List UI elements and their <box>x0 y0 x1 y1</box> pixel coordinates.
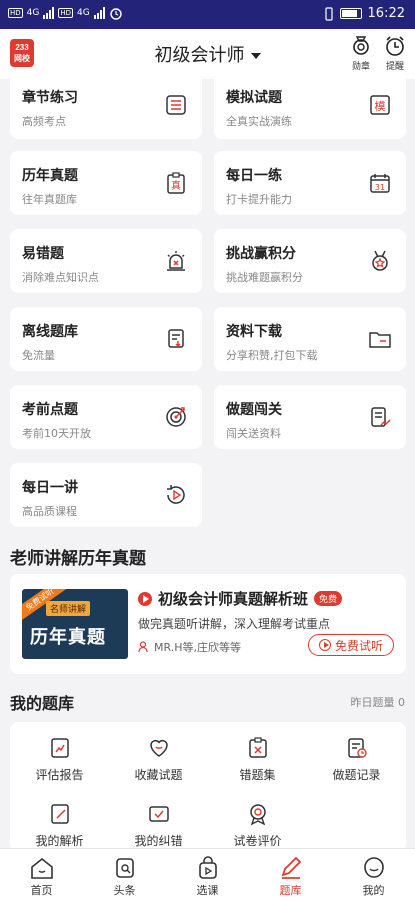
card-challenge-points[interactable]: 挑战赢积分 挑战难题赢积分 <box>214 229 406 293</box>
mybank-wrong-set[interactable]: 错题集 <box>208 736 307 783</box>
card-past-papers[interactable]: 历年真题 往年真题库 真 <box>10 151 202 215</box>
app-header: 233 网校 初级会计师 勋章 提醒 <box>0 29 415 79</box>
alarm-clock-icon <box>110 8 122 20</box>
mybank-my-analysis[interactable]: 我的解析 <box>10 802 109 849</box>
news-icon <box>115 858 134 878</box>
wrong-set-icon <box>248 737 267 758</box>
thumb-text: 历年真题 <box>30 627 106 648</box>
mybank-panel: 评估报告 收藏试题 错题集 做题记录 我的解析 我的纠错 试卷评价 <box>10 722 406 852</box>
signal-icon <box>43 7 55 19</box>
play-circle-icon <box>318 639 331 651</box>
alarm-icon <box>167 251 185 271</box>
replay-icon <box>167 485 185 504</box>
bottom-nav: 首页 头条 选课 题库 我的 <box>0 848 415 900</box>
mock-exam-icon: 模 <box>370 95 390 115</box>
hd-tag: HD <box>8 8 23 18</box>
mybank-assessment[interactable]: 评估报告 <box>10 736 109 783</box>
play-icon <box>138 591 152 606</box>
net-label-1: 4G <box>26 8 40 18</box>
target-icon <box>166 407 186 427</box>
card-offline-bank[interactable]: 离线题库 免流量 <box>10 307 202 371</box>
report-icon <box>50 738 69 758</box>
card-level-challenge[interactable]: 做题闯关 闯关送资料 <box>214 385 406 449</box>
card-daily-lecture[interactable]: 每日一讲 高品质课程 <box>10 463 202 527</box>
lecture-thumbnail: 免费试听 名师讲解 历年真题 <box>22 589 128 659</box>
card-material-download[interactable]: 资料下载 分享积赞,打包下载 <box>214 307 406 371</box>
badge-icon <box>249 804 266 826</box>
lecture-card[interactable]: 免费试听 名师讲解 历年真题 初级会计师真题解析班 免费 做完真题听讲解，深入理… <box>10 574 406 674</box>
signal-icon-2 <box>93 7 105 19</box>
lecture-teachers: MR.H等,庄欣等等 <box>138 639 241 655</box>
bag-icon <box>198 856 217 879</box>
list-icon <box>166 95 186 115</box>
status-time: 16:22 <box>367 6 405 21</box>
analysis-icon <box>50 804 69 824</box>
remind-button[interactable]: 提醒 <box>381 35 409 72</box>
nav-headlines[interactable]: 头条 <box>83 849 166 900</box>
past-papers-icon: 真 <box>167 172 185 194</box>
remind-label: 提醒 <box>385 62 404 72</box>
battery-icon <box>339 8 362 19</box>
mybank-history[interactable]: 做题记录 <box>307 736 406 783</box>
medal-icon <box>372 250 388 271</box>
free-trial-button[interactable]: 免费试听 <box>308 634 394 656</box>
card-daily-practice[interactable]: 每日一练 打卡提升能力 31 <box>214 151 406 215</box>
thumb-tag: 名师讲解 <box>46 601 91 616</box>
history-icon <box>347 738 367 758</box>
yesterday-count: 昨日题量 0 <box>350 696 406 709</box>
vibrate-icon <box>324 6 333 21</box>
alarm-clock-icon <box>386 36 404 56</box>
svg-text:31: 31 <box>375 183 385 192</box>
svg-text:真: 真 <box>171 179 181 192</box>
nav-courses[interactable]: 选课 <box>166 849 249 900</box>
free-badge: 免费 <box>314 591 343 606</box>
lecture-desc: 做完真题听讲解，深入理解考试重点 <box>138 617 331 631</box>
doc-chart-icon <box>371 407 391 427</box>
chevron-down-icon <box>250 53 261 59</box>
card-mock-exam[interactable]: 模拟试题 全真实战演练 模 <box>214 73 406 139</box>
mybank-favorites[interactable]: 收藏试题 <box>109 736 208 783</box>
correction-icon <box>148 806 169 822</box>
folder-icon <box>369 332 391 348</box>
offline-icon <box>168 329 184 348</box>
calendar-icon: 31 <box>370 174 390 193</box>
nav-me[interactable]: 我的 <box>332 849 415 900</box>
mybank-paper-review[interactable]: 试卷评价 <box>208 802 307 849</box>
medal-label: 勋章 <box>351 62 370 72</box>
svg-text:模: 模 <box>375 100 386 113</box>
lecture-title: 初级会计师真题解析班 免费 <box>138 588 343 609</box>
mybank-my-corrections[interactable]: 我的纠错 <box>109 802 208 849</box>
card-chapter-practice[interactable]: 章节练习 高频考点 <box>10 73 202 139</box>
page-title: 初级会计师 <box>154 45 245 66</box>
nav-home[interactable]: 首页 <box>0 849 83 900</box>
card-pre-exam-tips[interactable]: 考前点题 考前10天开放 <box>10 385 202 449</box>
medal-icon <box>353 36 369 55</box>
home-icon <box>30 857 53 879</box>
status-bar: HD 4G HD 4G 16:22 <box>0 0 415 29</box>
medal-button[interactable]: 勋章 <box>347 35 375 72</box>
pencil-icon <box>281 856 301 879</box>
section-title-teacher: 老师讲解历年真题 <box>10 549 146 569</box>
card-error-prone[interactable]: 易错题 消除难点知识点 <box>10 229 202 293</box>
person-icon <box>138 641 148 653</box>
net-label-2: 4G <box>77 8 90 18</box>
profile-icon <box>363 857 384 878</box>
heart-icon <box>149 740 168 757</box>
hd-tag-2: HD <box>58 8 74 18</box>
section-title-mybank: 我的题库 <box>10 694 75 713</box>
nav-question-bank[interactable]: 题库 <box>249 849 332 900</box>
